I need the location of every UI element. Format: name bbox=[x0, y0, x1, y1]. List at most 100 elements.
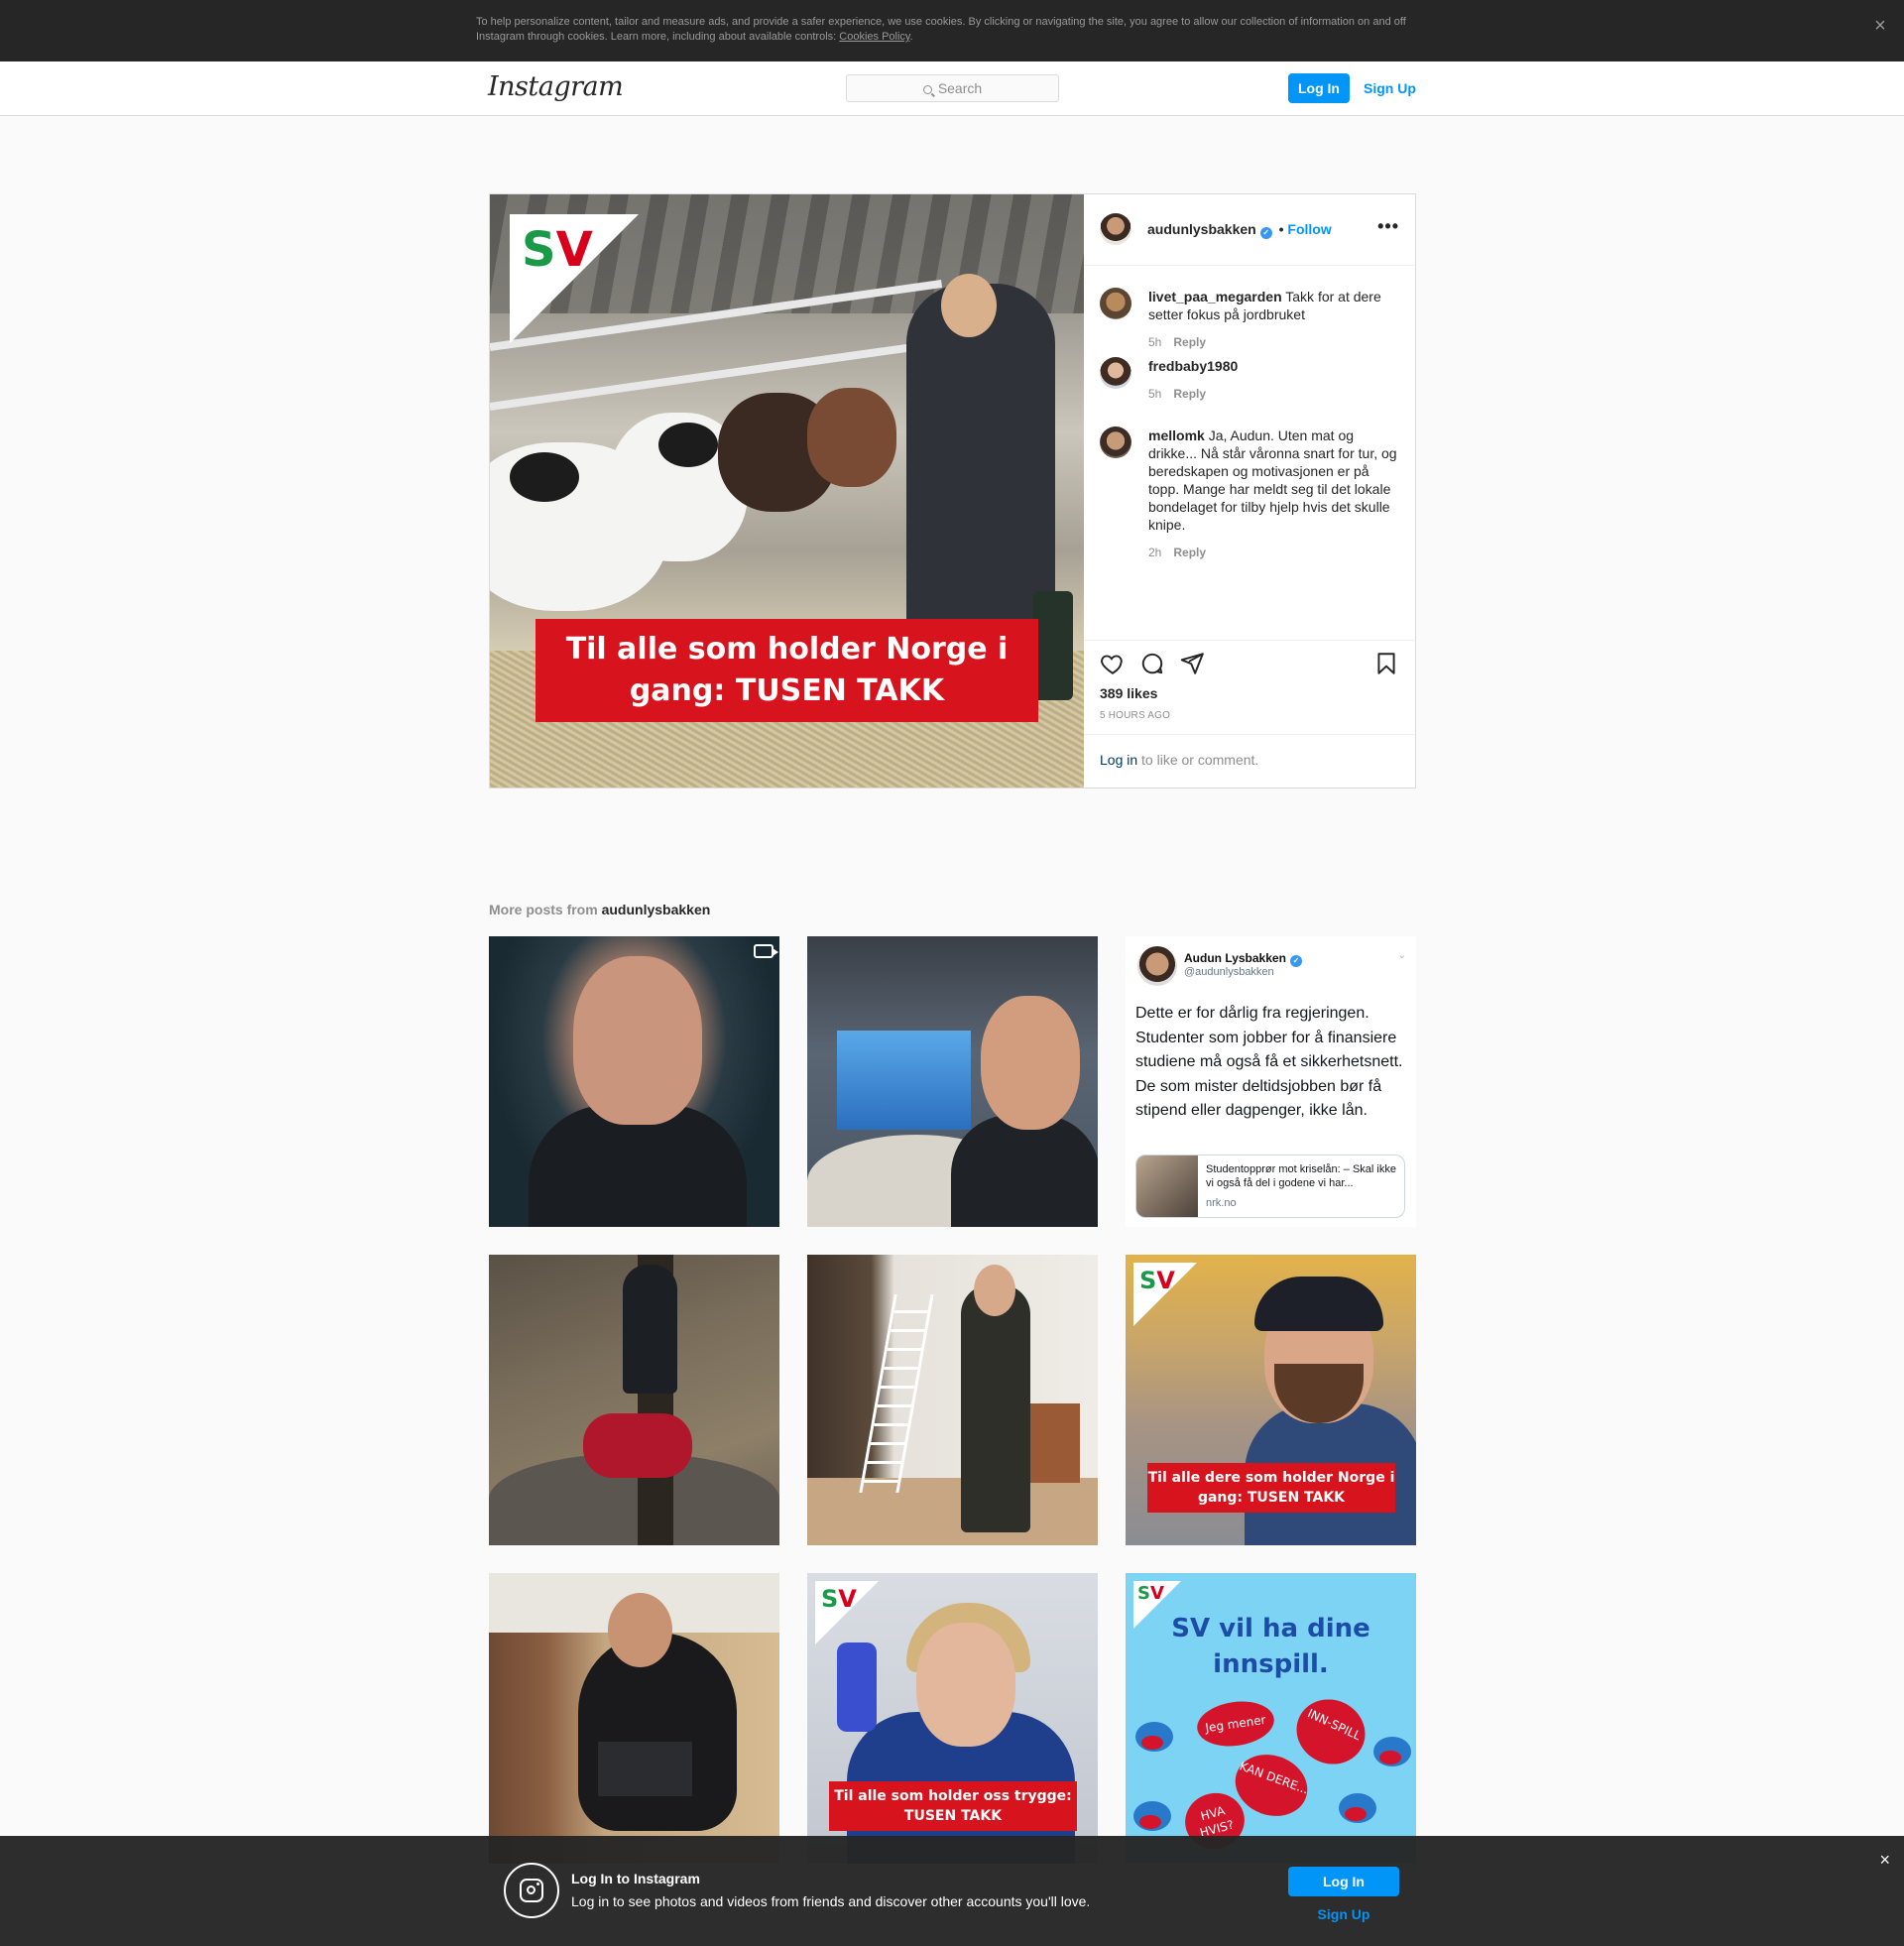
verified-icon: ✓ bbox=[1289, 955, 1302, 967]
tweet-card-title: Studentopprør mot kriselån: – Skal ikke … bbox=[1206, 1163, 1396, 1189]
bookmark-icon[interactable] bbox=[1373, 651, 1399, 676]
action-icons bbox=[1100, 651, 1399, 678]
tweet-name-line: Audun Lysbakken ✓ bbox=[1184, 951, 1302, 967]
tweet-card-image bbox=[1136, 1155, 1198, 1217]
photo-face bbox=[974, 1265, 1015, 1316]
comment-icon[interactable] bbox=[1139, 651, 1165, 676]
post-timestamp: 5 HOURS AGO bbox=[1100, 710, 1171, 721]
bird-illustration bbox=[1373, 1737, 1411, 1766]
cookie-text: To help personalize content, tailor and … bbox=[476, 15, 1428, 45]
comment-username[interactable]: fredbaby1980 bbox=[1148, 358, 1238, 374]
login-to-comment: Log in to like or comment. bbox=[1084, 734, 1415, 789]
more-posts-label: More posts from bbox=[489, 902, 602, 917]
cow-spot bbox=[510, 452, 579, 502]
cookie-suffix: . bbox=[909, 31, 913, 43]
photo-person bbox=[578, 1633, 737, 1831]
comment-time: 5h bbox=[1148, 335, 1162, 349]
tweet-avatar bbox=[1137, 946, 1177, 986]
sv-logo-text: SV bbox=[1137, 1583, 1164, 1604]
post-sidebar: audunlysbakken ✓ • Follow ••• livet_paa_m… bbox=[1084, 194, 1415, 788]
comment: fredbaby1980 5h Reply bbox=[1100, 357, 1399, 401]
tweet-body: Dette er for dårlig fra regjeringen. Stu… bbox=[1135, 1005, 1403, 1119]
grid-post-3-tweet[interactable]: Audun Lysbakken ✓ @audunlysbakken ⌄ Dette… bbox=[1126, 936, 1416, 1227]
tile-title: SV vil ha dine innspill. bbox=[1171, 1614, 1370, 1679]
farmer-head bbox=[941, 274, 997, 337]
video-icon bbox=[754, 944, 778, 958]
instagram-logo[interactable]: Instagram bbox=[488, 71, 624, 102]
search-icon bbox=[922, 85, 932, 94]
photo-person bbox=[623, 1265, 677, 1394]
comment-username[interactable]: mellomk bbox=[1148, 427, 1205, 443]
tile-banner: Til alle dere som holder Norge i gang: T… bbox=[1147, 1463, 1395, 1513]
commenter-avatar[interactable] bbox=[1100, 357, 1131, 389]
login-prompt-subtitle: Log in to see photos and videos from fri… bbox=[571, 1893, 1091, 1909]
comment: livet_paa_megarden Takk for at dere sett… bbox=[1100, 288, 1399, 349]
farmer-boot bbox=[1033, 591, 1073, 700]
post-actions: 389 likes 5 HOURS AGO Log in to like or … bbox=[1084, 640, 1415, 788]
studio-screen bbox=[837, 1031, 971, 1130]
reply-button[interactable]: Reply bbox=[1173, 387, 1206, 401]
comment-username[interactable]: livet_paa_megarden bbox=[1148, 289, 1282, 304]
share-icon[interactable] bbox=[1179, 651, 1205, 676]
grid-post-2[interactable] bbox=[807, 936, 1098, 1227]
close-icon[interactable]: × bbox=[1870, 16, 1890, 36]
grid-post-9[interactable]: SV SV vil ha dine innspill. Jeg mener IN… bbox=[1126, 1573, 1416, 1864]
author-username[interactable]: audunlysbakken bbox=[1147, 221, 1256, 237]
login-link[interactable]: Log in bbox=[1100, 752, 1137, 768]
grid-post-5[interactable] bbox=[807, 1255, 1098, 1545]
tile-banner: Til alle som holder oss trygge: TUSEN TA… bbox=[829, 1781, 1077, 1831]
bird-illustration bbox=[1133, 1801, 1171, 1831]
post-image[interactable]: SV Til alle som holder Norge i gang: TUS… bbox=[490, 194, 1084, 788]
comment-time: 2h bbox=[1148, 546, 1162, 559]
comments-list: livet_paa_megarden Takk for at dere sett… bbox=[1084, 266, 1415, 640]
search-input[interactable]: Search bbox=[846, 74, 1059, 102]
reply-button[interactable]: Reply bbox=[1173, 546, 1206, 559]
commenter-avatar[interactable] bbox=[1100, 288, 1131, 319]
close-icon[interactable]: × bbox=[1879, 1850, 1890, 1871]
tweet-link-card: Studentopprør mot kriselån: – Skal ikke … bbox=[1135, 1155, 1405, 1218]
grid-post-7[interactable] bbox=[489, 1573, 779, 1864]
cookie-message: To help personalize content, tailor and … bbox=[476, 16, 1406, 43]
cookie-banner: To help personalize content, tailor and … bbox=[0, 0, 1904, 61]
bird-illustration bbox=[1135, 1722, 1173, 1752]
more-options-icon[interactable]: ••• bbox=[1377, 216, 1399, 237]
signup-link[interactable]: Sign Up bbox=[1364, 73, 1416, 103]
more-posts-user[interactable]: audunlysbakken bbox=[602, 902, 711, 917]
top-nav: Instagram Search Log In Sign Up bbox=[0, 61, 1904, 116]
tweet-handle: @audunlysbakken bbox=[1184, 966, 1274, 978]
sv-logo-text: SV bbox=[821, 1585, 857, 1613]
grid-post-4[interactable] bbox=[489, 1255, 779, 1545]
login-prompt-title: Log In to Instagram bbox=[571, 1871, 700, 1886]
photo-dog bbox=[583, 1413, 692, 1478]
cookies-policy-link[interactable]: Cookies Policy bbox=[839, 31, 909, 43]
photo-floor bbox=[807, 1478, 1098, 1545]
login-button[interactable]: Log In bbox=[1288, 1867, 1399, 1896]
grid-post-6[interactable]: SV Til alle dere som holder Norge i gang… bbox=[1126, 1255, 1416, 1545]
more-posts-heading: More posts from audunlysbakken bbox=[489, 902, 710, 917]
signup-link[interactable]: Sign Up bbox=[1288, 1906, 1399, 1922]
tweet-card-source: nrk.no bbox=[1206, 1197, 1237, 1209]
heart-icon[interactable] bbox=[1100, 651, 1126, 676]
speech-bubble: INN-SPILL bbox=[1285, 1688, 1376, 1775]
likes-count[interactable]: 389 likes bbox=[1100, 685, 1157, 701]
photo-face bbox=[981, 996, 1080, 1130]
grid-post-8[interactable]: SV Til alle som holder oss trygge: TUSEN… bbox=[807, 1573, 1098, 1864]
commenter-avatar[interactable] bbox=[1100, 426, 1131, 458]
photo-head bbox=[608, 1593, 672, 1667]
reply-button[interactable]: Reply bbox=[1173, 335, 1206, 349]
follow-button[interactable]: Follow bbox=[1287, 221, 1331, 237]
verified-icon: ✓ bbox=[1259, 227, 1272, 239]
login-suffix: to like or comment. bbox=[1137, 752, 1259, 768]
comment: mellomk Ja, Audun. Uten mat og drikke...… bbox=[1100, 426, 1399, 559]
grid-post-1[interactable] bbox=[489, 936, 779, 1227]
photo-face bbox=[573, 956, 702, 1125]
photo-face bbox=[916, 1623, 1015, 1747]
post-card: SV Til alle som holder Norge i gang: TUS… bbox=[489, 193, 1416, 789]
follow-separator: • bbox=[1278, 221, 1284, 237]
author-avatar[interactable] bbox=[1100, 213, 1131, 245]
author-line: audunlysbakken ✓ • Follow bbox=[1147, 221, 1332, 239]
chevron-down-icon: ⌄ bbox=[1397, 950, 1406, 961]
login-button[interactable]: Log In bbox=[1288, 73, 1350, 103]
photo-spray-bottle bbox=[837, 1642, 877, 1732]
cow bbox=[807, 388, 896, 487]
